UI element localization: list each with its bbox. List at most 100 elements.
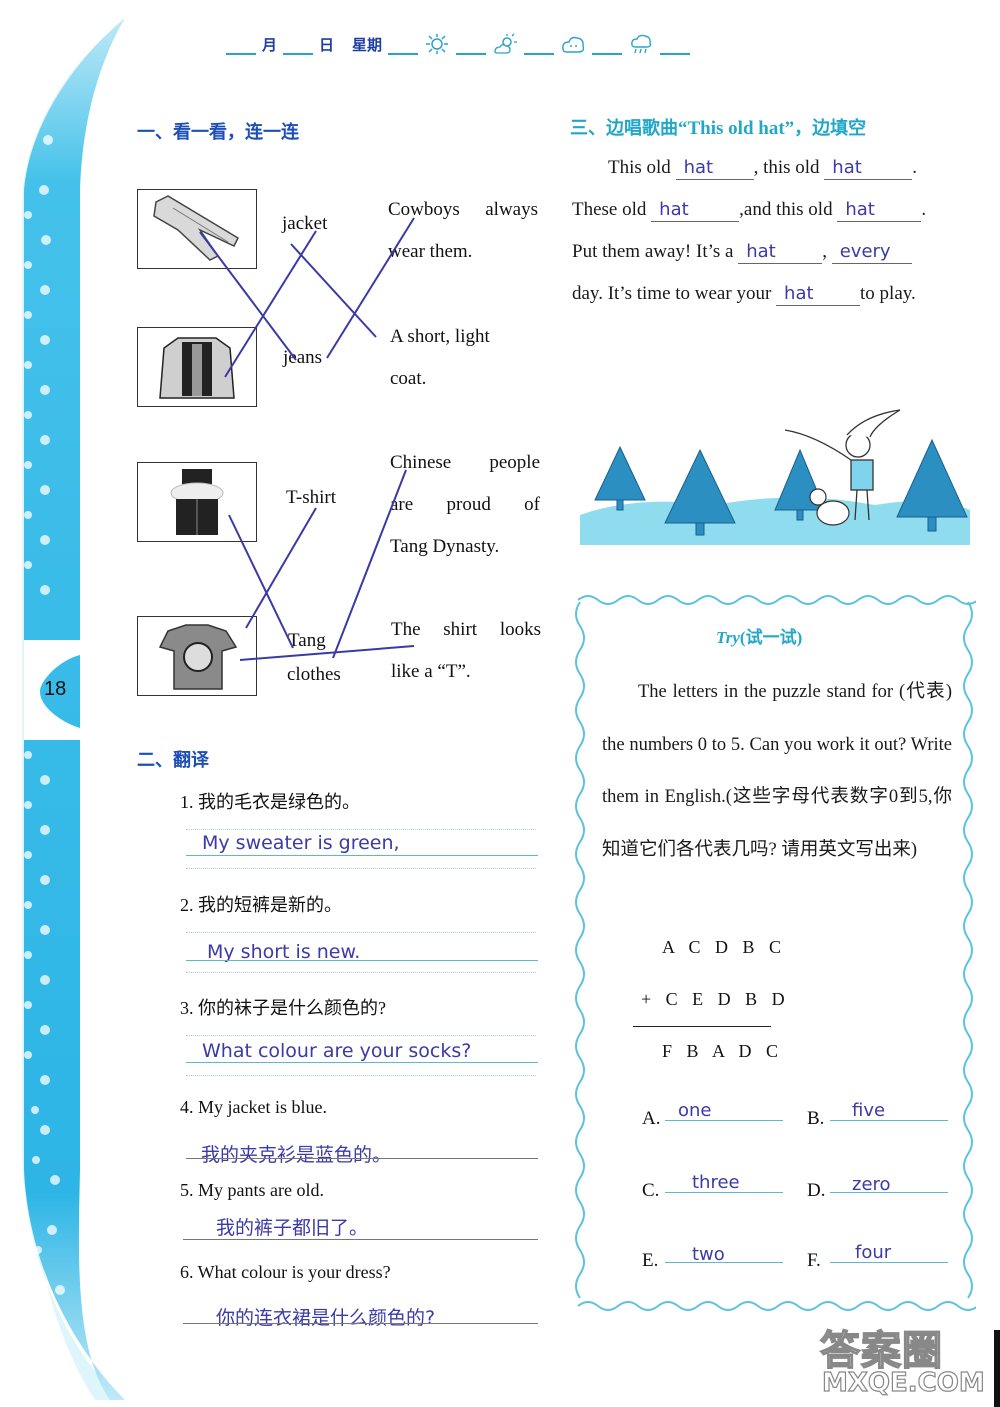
answer-label-e: E. — [642, 1250, 659, 1271]
translation-answer-1[interactable]: My sweater is green, — [202, 832, 400, 854]
t-shirt-icon — [158, 624, 238, 690]
answer-line — [830, 1192, 948, 1193]
translation-answer-6[interactable]: 你的连衣裙是什么颜色的? — [216, 1303, 435, 1330]
answer-line — [186, 1062, 538, 1063]
song-blank-5[interactable]: hat — [738, 241, 823, 264]
answer-line — [183, 1323, 538, 1324]
song-blank-7[interactable]: hat — [776, 283, 861, 306]
song-blank-4[interactable]: hat — [837, 199, 922, 222]
song-text: Put them away! It’s a — [572, 241, 739, 262]
translation-question-3: 3. 你的袜子是什么颜色的? — [180, 998, 386, 1018]
translation-question-5: 5. My pants are old. — [180, 1180, 324, 1200]
song-text: These old — [572, 199, 652, 220]
try-title: Try(试一试) — [716, 623, 802, 648]
scan-edge — [994, 1330, 1000, 1407]
translation-question-6: 6. What colour is your dress? — [180, 1262, 391, 1282]
partly-sunny-icon[interactable] — [492, 33, 518, 55]
description-line: wear them. — [388, 241, 473, 262]
try-title-cn: (试一试) — [739, 628, 803, 647]
month-label: 月 — [262, 36, 278, 54]
section3-title-suffix: ，边填空 — [794, 118, 867, 139]
description-line: Chinese people — [390, 452, 540, 473]
answer-line — [665, 1262, 783, 1263]
song-text: to play. — [860, 283, 916, 304]
answer-label-a: A. — [642, 1108, 661, 1129]
answer-label-b: B. — [807, 1108, 825, 1129]
song-text: , — [822, 241, 832, 262]
description-line: Tang Dynasty. — [390, 536, 500, 557]
section2-title: 二、翻译 — [137, 750, 209, 771]
song-text: . — [921, 199, 927, 220]
description-line: Cowboys always — [388, 199, 538, 220]
song-line-1: This old hat, this old hat. — [608, 157, 917, 180]
day-blank[interactable] — [283, 39, 314, 55]
description-line: coat. — [390, 368, 427, 389]
answer-line — [186, 1158, 538, 1159]
date-weather-header: 月 日 星期 — [226, 33, 691, 55]
match-line-tshirt-desc — [239, 645, 415, 661]
weekday-label: 星期 — [352, 36, 383, 54]
page-number: 18 — [44, 678, 67, 700]
description-line: like a “T”. — [391, 661, 471, 682]
word-clothes: clothes — [287, 664, 341, 685]
translation-question-1: 1. 我的毛衣是绿色的。 — [180, 792, 360, 812]
answer-line — [665, 1192, 783, 1193]
translation-answer-3[interactable]: What colour are your socks? — [202, 1040, 471, 1062]
translation-answer-5[interactable]: 我的裤子都旧了。 — [216, 1213, 368, 1240]
answer-value-a[interactable]: one — [678, 1100, 712, 1121]
cloudy-icon[interactable] — [560, 33, 586, 55]
tang-clothes-picture — [137, 462, 257, 542]
song-line-3: Put them away! It’s a hat, every — [572, 241, 912, 264]
song-blank-1[interactable]: hat — [675, 157, 754, 180]
winter-scene-illustration — [580, 409, 970, 545]
song-blank-6[interactable]: every — [831, 241, 912, 264]
jacket-icon — [159, 337, 235, 399]
song-text: . — [912, 157, 918, 178]
t-shirt-picture — [137, 616, 257, 696]
weather-blank-4[interactable] — [660, 39, 691, 55]
weather-blank-3[interactable] — [592, 39, 623, 55]
answer-line — [186, 855, 538, 856]
section3-title: 三、边唱歌曲“This old hat”，边填空 — [570, 114, 866, 140]
decorative-side-band — [22, 18, 125, 1400]
song-text: This old — [608, 157, 676, 178]
song-line-4: day. It’s time to wear your hat to play. — [572, 283, 916, 306]
word-t-shirt: T-shirt — [286, 487, 336, 508]
song-title: “This old hat” — [678, 118, 795, 139]
translation-question-4: 4. My jacket is blue. — [180, 1097, 327, 1117]
sunny-icon[interactable] — [424, 33, 450, 55]
answer-line — [830, 1262, 948, 1263]
song-text: day. It’s time to wear your — [572, 283, 777, 304]
answer-value-f[interactable]: four — [855, 1242, 891, 1263]
song-blank-2[interactable]: hat — [824, 157, 913, 180]
description-t-shape: The shirt looks like a “T”. — [391, 609, 541, 693]
answer-value-b[interactable]: five — [852, 1100, 885, 1121]
answer-label-f: F. — [807, 1250, 821, 1271]
match-line-jacket-desc — [290, 243, 377, 338]
answer-line — [665, 1120, 783, 1121]
word-jeans: jeans — [283, 347, 323, 368]
month-blank[interactable] — [226, 39, 256, 55]
weather-blank-1[interactable] — [456, 39, 487, 55]
answer-label-c: C. — [642, 1180, 660, 1201]
answer-value-c[interactable]: three — [692, 1172, 740, 1193]
weather-blank-2[interactable] — [524, 39, 555, 55]
word-tang: Tang — [288, 630, 326, 651]
equation-result: F B A D C — [662, 1041, 784, 1061]
equation-line-2: + C E D B D — [641, 989, 790, 1009]
weekday-blank[interactable] — [388, 39, 419, 55]
jacket-picture — [137, 327, 257, 407]
try-instructions: The letters in the puzzle stand for (代表)… — [602, 682, 952, 860]
answer-label-d: D. — [807, 1180, 826, 1201]
equation-line-1: A C D B C — [662, 937, 787, 957]
song-text: ,and this old — [739, 199, 838, 220]
answer-line — [830, 1120, 948, 1121]
rainy-icon[interactable] — [628, 33, 654, 55]
day-label: 日 — [319, 36, 335, 54]
jeans-picture — [137, 189, 257, 269]
tang-suit-icon — [170, 469, 224, 535]
answer-line — [186, 960, 538, 961]
song-text: , this old — [753, 157, 825, 178]
translation-answer-4[interactable]: 我的夹克衫是蓝色的。 — [201, 1140, 391, 1167]
song-blank-3[interactable]: hat — [651, 199, 740, 222]
